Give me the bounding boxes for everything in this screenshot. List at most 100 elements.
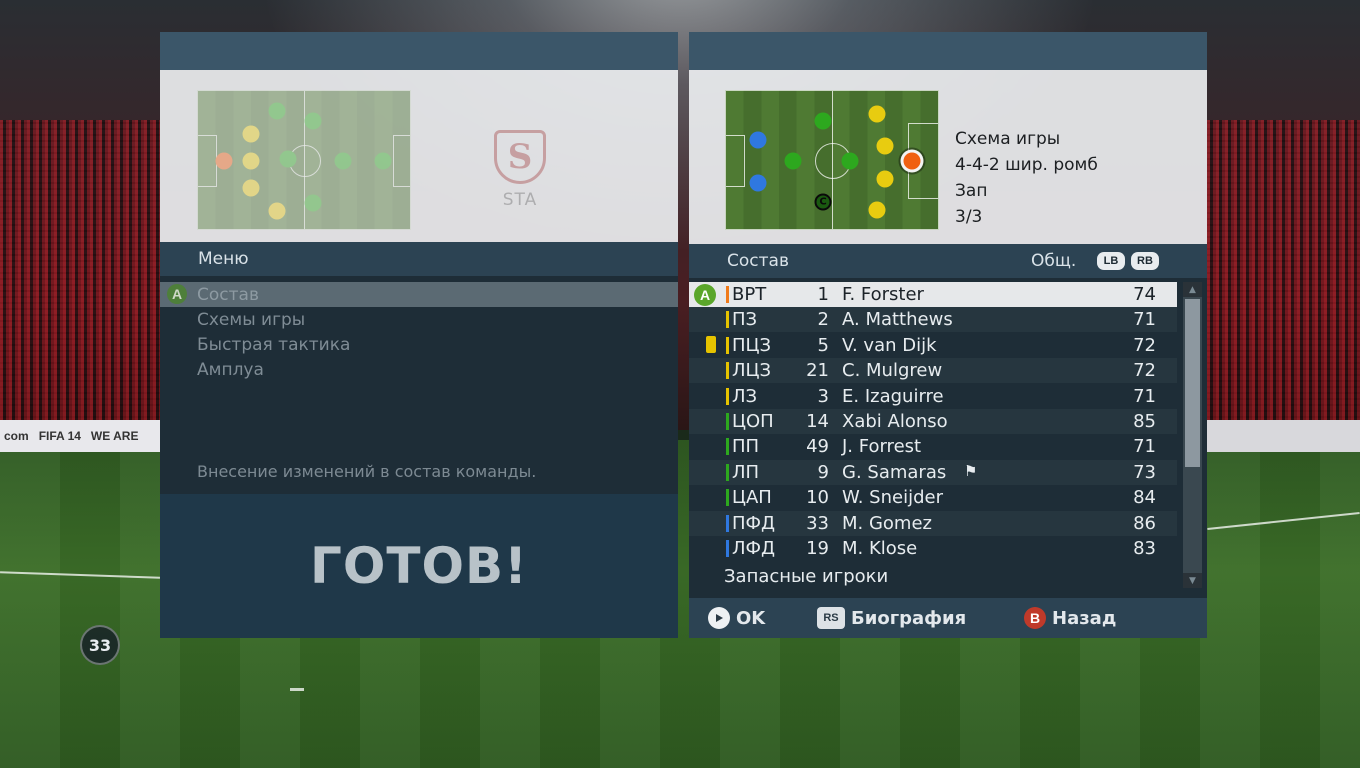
position-color-bar — [726, 540, 729, 557]
roster-row[interactable]: ПЦЗ 5 V. van Dijk 72 — [689, 333, 1177, 358]
menu-item-quick-tactics[interactable]: Быстрая тактика — [160, 332, 678, 357]
penalty-box — [393, 135, 410, 187]
player-dot[interactable] — [868, 201, 886, 219]
roster-row[interactable]: ЛЗ 3 E. Izaguirre 71 — [689, 384, 1177, 409]
player-name: W. Sneijder — [842, 487, 943, 509]
player-dot[interactable] — [876, 170, 894, 188]
roster-row[interactable]: ЛФД 19 M. Klose 83 — [689, 536, 1177, 561]
player-name: M. Gomez — [842, 512, 932, 534]
roster-row[interactable]: ПП 49 J. Forrest 71 — [689, 434, 1177, 459]
player-rating: 85 — [1133, 411, 1156, 432]
bio-label: Биография — [851, 607, 967, 629]
pitch-line — [1207, 512, 1360, 530]
team-management-panel: S STA Меню A Состав Схемы игры Быстрая т… — [160, 32, 678, 638]
button-hints-footer: OK RS Биография B Назад — [689, 598, 1207, 638]
player-number: 5 — [817, 334, 829, 356]
club-crest: S STA — [490, 130, 550, 210]
flag-icon: ⚑ — [964, 461, 978, 480]
player-number: 9 — [817, 461, 829, 483]
player-name: A. Matthews — [842, 309, 953, 331]
ok-hint[interactable]: OK — [708, 607, 765, 629]
subs-row[interactable]: Запасные игроки — [689, 564, 1177, 589]
player-name: F. Forster — [842, 284, 924, 305]
player-number: 14 — [806, 411, 829, 432]
player-dot — [304, 112, 322, 130]
menu-description: Внесение изменений в состав команды. — [197, 462, 537, 481]
back-hint[interactable]: B Назад — [1024, 607, 1116, 629]
scroll-up-icon[interactable]: ▲ — [1183, 282, 1202, 297]
roster-row[interactable]: ПЗ 2 A. Matthews 71 — [689, 307, 1177, 333]
player-rating: 72 — [1133, 360, 1156, 382]
player-number: 33 — [806, 512, 829, 534]
player-position: ЛЗ — [732, 385, 758, 407]
formation-name: 4-4-2 шир. ромб — [955, 155, 1098, 175]
yellow-card-icon — [706, 335, 716, 353]
goalkeeper-dot-selected[interactable] — [903, 152, 921, 170]
adboard-right — [1207, 420, 1360, 452]
player-number: 10 — [806, 487, 829, 509]
roster-scrollbar[interactable]: ▲ ▼ — [1183, 282, 1202, 588]
menu-item-squad[interactable]: A Состав — [160, 282, 678, 307]
menu-item-formations[interactable]: Схемы игры — [160, 307, 678, 332]
position-color-bar — [726, 362, 729, 380]
roster-row[interactable]: A ВРТ 1 F. Forster 74 — [689, 282, 1177, 307]
a-button-icon: A — [694, 284, 716, 306]
sort-label: Общ. — [1031, 251, 1077, 271]
position-color-bar — [726, 311, 729, 329]
player-name: E. Izaguirre — [842, 385, 944, 407]
player-dot — [242, 152, 260, 170]
player-rating: 71 — [1133, 385, 1156, 407]
player-dot[interactable] — [876, 137, 894, 155]
player-position: ЛЦЗ — [732, 360, 772, 382]
position-color-bar — [726, 413, 729, 430]
player-dot[interactable] — [784, 152, 802, 170]
panel-header — [689, 32, 1207, 70]
squad-panel: C Схема игры 4-4-2 шир. ромб Зап 3/3 Сос… — [689, 32, 1207, 638]
player-dot-lfd[interactable] — [749, 131, 767, 149]
player-number: 49 — [806, 436, 829, 458]
player-rating: 73 — [1133, 461, 1156, 483]
start-button-icon — [708, 607, 730, 629]
ad-text: FIFA 14 — [38, 429, 81, 443]
player-name: M. Klose — [842, 538, 918, 559]
roster-row[interactable]: ЛП 9 G. Samaras ⚑ 73 — [689, 459, 1177, 485]
ready-button[interactable]: ГОТОВ! — [160, 494, 678, 638]
player-number: 1 — [817, 284, 829, 305]
player-rating: 83 — [1133, 538, 1156, 559]
roster-body: A ВРТ 1 F. Forster 74 ПЗ 2 A. Matthews 71 ПЦЗ 5 V. … — [689, 278, 1207, 598]
roster-title: Состав — [727, 251, 789, 271]
menu-item-roles[interactable]: Амплуа — [160, 357, 678, 382]
formation-pitch[interactable]: C — [725, 90, 939, 230]
position-color-bar — [726, 514, 729, 532]
roster-row[interactable]: ПФД 33 M. Gomez 86 — [689, 510, 1177, 536]
subs-label: Запасные игроки — [724, 566, 889, 587]
menu-item-label: Состав — [197, 284, 259, 305]
position-color-bar — [726, 489, 729, 507]
bio-hint[interactable]: RS Биография — [817, 607, 966, 629]
player-dot — [242, 179, 260, 197]
ad-text: WE ARE — [90, 429, 139, 443]
player-name: J. Forrest — [842, 436, 922, 458]
player-dot-pfd[interactable] — [749, 174, 767, 192]
roster-row[interactable]: ЛЦЗ 21 C. Mulgrew 72 — [689, 358, 1177, 384]
position-color-bar — [726, 286, 729, 303]
b-button-icon: B — [1024, 607, 1046, 629]
lb-button[interactable]: LB — [1097, 252, 1125, 270]
player-name: V. van Dijk — [842, 334, 937, 356]
player-dot[interactable] — [814, 112, 832, 130]
rb-button[interactable]: RB — [1131, 252, 1159, 270]
player-dot[interactable] — [841, 152, 859, 170]
scroll-thumb[interactable] — [1185, 299, 1200, 467]
rs-button-icon: RS — [817, 607, 845, 629]
player-rating: 74 — [1133, 284, 1156, 305]
player-dot[interactable] — [868, 105, 886, 123]
captain-dot[interactable]: C — [814, 193, 832, 211]
formation-summary: Схема игры 4-4-2 шир. ромб Зап 3/3 — [955, 126, 1098, 230]
adboard-left: com FIFA 14 WE ARE — [0, 420, 160, 452]
scroll-down-icon[interactable]: ▼ — [1183, 573, 1202, 588]
player-position: ПЦЗ — [732, 334, 772, 356]
roster-row[interactable]: ЦОП 14 Xabi Alonso 85 — [689, 409, 1177, 434]
ok-label: OK — [736, 607, 766, 629]
roster-row[interactable]: ЦАП 10 W. Sneijder 84 — [689, 485, 1177, 510]
player-dot — [242, 125, 260, 143]
